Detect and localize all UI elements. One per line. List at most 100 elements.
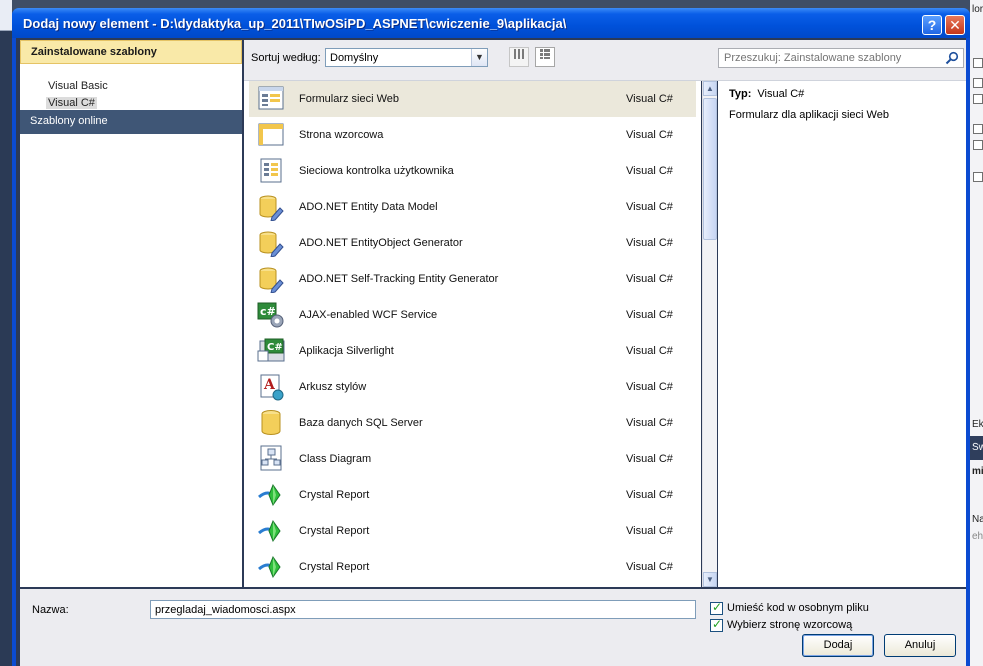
- background-text: Ek: [972, 419, 983, 430]
- background-ide-tab: [0, 0, 12, 31]
- template-language: Visual C#: [626, 345, 673, 357]
- category-visual-csharp[interactable]: Visual C#: [46, 97, 97, 109]
- background-ide-left: [0, 0, 12, 666]
- template-name: Crystal Report: [299, 561, 370, 573]
- usercontrol-icon: [256, 157, 286, 185]
- template-name: Class Diagram: [299, 453, 372, 465]
- template-categories-panel: Zainstalowane szablony Visual Basic Visu…: [20, 40, 242, 587]
- list-view-icon: [540, 49, 550, 59]
- type-label: Typ:: [729, 88, 752, 100]
- template-name: ADO.NET EntityObject Generator: [299, 237, 463, 249]
- template-row[interactable]: c# AJAX-enabled WCF Service Visual C#: [249, 297, 696, 333]
- template-row[interactable]: ADO.NET Self-Tracking Entity Generator Vi…: [249, 261, 696, 297]
- template-name: Aplikacja Silverlight: [299, 345, 394, 357]
- chevron-down-icon[interactable]: ▼: [471, 49, 487, 66]
- scroll-up-arrow-icon[interactable]: ▲: [703, 81, 717, 96]
- template-name: Strona wzorcowa: [299, 129, 384, 141]
- template-row[interactable]: Crystal Report Visual C#: [249, 549, 696, 585]
- background-text: Naz: [972, 514, 983, 525]
- template-language: Visual C#: [626, 489, 673, 501]
- template-language: Visual C#: [626, 417, 673, 429]
- separate-file-checkbox[interactable]: [710, 600, 723, 615]
- template-language: Visual C#: [626, 273, 673, 285]
- sort-dropdown[interactable]: Domyślny ▼: [325, 48, 488, 67]
- template-row[interactable]: Formularz sieci Web Visual C#: [249, 81, 696, 117]
- sort-dropdown-value: Domyślny: [330, 52, 379, 64]
- background-ide-right: lor Ek Św mi Naz eh: [970, 0, 983, 666]
- template-name: AJAX-enabled WCF Service: [299, 309, 438, 321]
- template-row[interactable]: C# Aplikacja Silverlight Visual C#: [249, 333, 696, 369]
- master-page-checkbox[interactable]: [710, 617, 723, 632]
- template-name: Baza danych SQL Server: [299, 417, 423, 429]
- template-row[interactable]: Sieciowa kontrolka użytkownika Visual C#: [249, 153, 696, 189]
- template-language: Visual C#: [626, 381, 673, 393]
- background-tree-expander: [973, 124, 983, 134]
- wcf-service-icon: c#: [256, 301, 286, 329]
- crystal-report-icon: [256, 553, 286, 581]
- template-row[interactable]: ADO.NET EntityObject Generator Visual C#: [249, 225, 696, 261]
- separate-file-label[interactable]: Umieść kod w osobnym pliku: [727, 602, 869, 614]
- webform-icon: [256, 85, 286, 113]
- template-row[interactable]: Class Diagram Visual C#: [249, 441, 696, 477]
- add-button[interactable]: Dodaj: [802, 634, 874, 657]
- installed-templates-header[interactable]: Zainstalowane szablony: [20, 40, 242, 64]
- background-text: eh: [972, 531, 983, 542]
- search-icon[interactable]: [945, 51, 959, 65]
- category-visual-basic[interactable]: Visual Basic: [48, 80, 108, 92]
- cancel-button[interactable]: Anuluj: [884, 634, 956, 657]
- template-row[interactable]: Crystal Report Visual C#: [249, 477, 696, 513]
- sort-label: Sortuj według:: [251, 52, 321, 64]
- search-input[interactable]: [724, 51, 934, 65]
- stylesheet-icon: A: [256, 373, 286, 401]
- crystal-report-icon: [256, 481, 286, 509]
- database-pencil-icon: [256, 229, 286, 258]
- name-input[interactable]: [155, 603, 685, 616]
- template-toolbar: Sortuj według: Domyślny ▼: [244, 40, 966, 81]
- medium-icons-view-button[interactable]: [535, 47, 555, 67]
- help-button[interactable]: ?: [922, 15, 942, 35]
- title-bar[interactable]: Dodaj nowy element - D:\dydaktyka_up_201…: [12, 8, 970, 38]
- template-language: Visual C#: [626, 165, 673, 177]
- name-field[interactable]: [150, 600, 696, 619]
- template-row[interactable]: Crystal Report Visual C#: [249, 513, 696, 549]
- template-name: ADO.NET Self-Tracking Entity Generator: [299, 273, 499, 285]
- database-pencil-icon: [256, 265, 286, 294]
- database-icon: [256, 409, 286, 437]
- background-panel-header: Św: [970, 436, 983, 460]
- template-language: Visual C#: [626, 129, 673, 141]
- template-language: Visual C#: [626, 453, 673, 465]
- template-row[interactable]: Strona wzorcowa Visual C#: [249, 117, 696, 153]
- background-tree-expander: [973, 172, 983, 182]
- background-tree-expander: [973, 140, 983, 150]
- background-tree-expander: [973, 94, 983, 104]
- scrollbar-thumb[interactable]: [703, 98, 717, 240]
- template-type: Typ: Visual C#: [729, 88, 804, 100]
- svg-text:A: A: [263, 377, 276, 393]
- svg-text:C#: C#: [267, 342, 283, 353]
- template-language: Visual C#: [626, 201, 673, 213]
- template-description-panel: Typ: Visual C# Formularz dla aplikacji si…: [718, 81, 966, 587]
- online-templates-header[interactable]: Szablony online: [20, 110, 242, 134]
- dialog-bottom-bar: Nazwa: Umieść kod w osobnym pliku Wybier…: [20, 589, 966, 666]
- template-search-box[interactable]: [718, 48, 964, 68]
- close-button[interactable]: ✕: [945, 15, 965, 35]
- masterpage-icon: [256, 121, 286, 149]
- template-name: ADO.NET Entity Data Model: [299, 201, 438, 213]
- template-language: Visual C#: [626, 525, 673, 537]
- grid-view-icon: [514, 49, 524, 59]
- template-name: Formularz sieci Web: [299, 93, 400, 105]
- master-page-label[interactable]: Wybierz stronę wzorcową: [727, 619, 852, 631]
- background-text: Św: [972, 442, 983, 453]
- template-list-scrollbar[interactable]: ▲ ▼: [702, 81, 717, 587]
- type-value: Visual C#: [757, 88, 805, 100]
- template-row[interactable]: Baza danych SQL Server Visual C#: [249, 405, 696, 441]
- template-row[interactable]: A Arkusz stylów Visual C#: [249, 369, 696, 405]
- template-language: Visual C#: [626, 309, 673, 321]
- scroll-down-arrow-icon[interactable]: ▼: [703, 572, 717, 587]
- template-name: Arkusz stylów: [299, 381, 367, 393]
- template-row[interactable]: ADO.NET Entity Data Model Visual C#: [249, 189, 696, 225]
- background-text: lor: [972, 4, 983, 15]
- small-icons-view-button[interactable]: [509, 47, 529, 67]
- name-label: Nazwa:: [32, 604, 69, 616]
- background-tree-expander: [973, 58, 983, 68]
